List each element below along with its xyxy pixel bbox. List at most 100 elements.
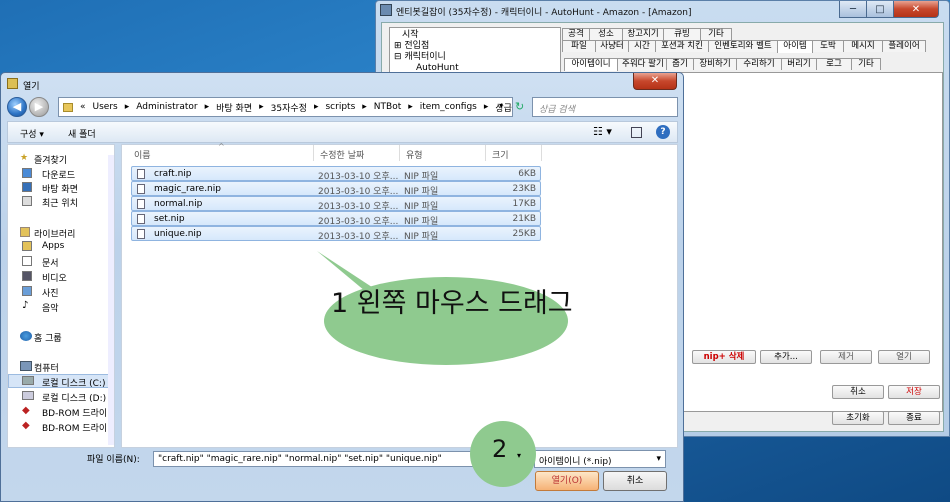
nav-apps[interactable]: Apps xyxy=(42,241,64,251)
tree-item[interactable]: ⊞ 전입점 xyxy=(394,41,556,52)
exit-button[interactable]: 종료 xyxy=(888,411,940,425)
nav-favorites[interactable]: 즐겨찾기 xyxy=(34,153,67,166)
nav-computer[interactable]: 컴퓨터 xyxy=(34,361,59,374)
nav-videos[interactable]: 비디오 xyxy=(42,271,67,284)
tab[interactable]: 플레이어 xyxy=(882,40,926,52)
file-row[interactable]: magic_rare.nip 2013-03-10 오후... NIP 파일 2… xyxy=(131,181,541,197)
tab[interactable]: 인벤토리와 벨트 xyxy=(708,40,778,52)
chevron-down-icon[interactable]: ▾ xyxy=(499,101,503,110)
window-title: 엔티봇길잡이 (35자수정) - 캐릭터이니 - AutoHunt - Amaz… xyxy=(396,8,692,18)
tab[interactable]: 사냥터 xyxy=(595,40,629,52)
tab-item-ini[interactable]: 아이템이니 xyxy=(564,58,618,71)
cancel-button[interactable]: 취소 xyxy=(832,385,884,399)
tab[interactable]: 성소 xyxy=(589,28,623,40)
nav-bd-rom-1[interactable]: BD-ROM 드라이 xyxy=(42,406,107,419)
file-row[interactable]: unique.nip 2013-03-10 오후... NIP 파일 25KB xyxy=(131,226,541,242)
nip-delete-button[interactable]: nip+ 삭제 xyxy=(692,350,756,364)
tab[interactable]: 주워다 팔기 xyxy=(617,58,667,70)
tab[interactable]: 큐빙 xyxy=(663,28,701,40)
open-file-dialog: 열기 ✕ ◀ ▶ « Users ▸ Administrator ▸ 바탕 화면… xyxy=(0,72,684,502)
view-options-icon[interactable]: ☷ ▾ xyxy=(593,125,612,138)
column-type[interactable]: 유형 xyxy=(400,145,486,161)
close-icon[interactable]: ✕ xyxy=(633,73,677,90)
nav-libraries[interactable]: 라이브러리 xyxy=(34,227,75,240)
back-arrow-icon[interactable]: ◀ xyxy=(7,97,27,117)
add-button[interactable]: 추가... xyxy=(760,350,812,364)
close-icon[interactable]: ✕ xyxy=(893,1,939,18)
help-icon[interactable]: ? xyxy=(656,125,670,139)
maximize-button[interactable]: □ xyxy=(866,1,894,18)
chevron-right-icon[interactable]: ▸ xyxy=(362,102,367,112)
tab[interactable]: 로그 xyxy=(816,58,852,70)
tab[interactable]: 기타 xyxy=(700,28,732,40)
breadcrumb[interactable]: 바탕 화면 xyxy=(216,101,252,114)
tab[interactable]: 포션과 치킨 xyxy=(655,40,709,52)
nav-documents[interactable]: 문서 xyxy=(42,256,59,269)
breadcrumb[interactable]: scripts xyxy=(325,102,355,112)
tab[interactable]: 장비하기 xyxy=(693,58,737,70)
chevron-right-icon[interactable]: ▸ xyxy=(408,102,413,112)
file-name: unique.nip xyxy=(154,229,202,239)
nav-local-disk-c[interactable]: 로컬 디스크 (C:) xyxy=(42,376,105,389)
file-row[interactable]: craft.nip 2013-03-10 오후... NIP 파일 6KB xyxy=(131,166,541,182)
tab-items[interactable]: 아이템 xyxy=(777,40,813,53)
column-size[interactable]: 크기 xyxy=(486,145,542,161)
tab[interactable]: 창고지기 xyxy=(622,28,664,40)
file-type-select[interactable]: 아이템이니 (*.nip) ▾ xyxy=(534,450,666,468)
preview-pane-icon[interactable] xyxy=(631,127,642,138)
tab[interactable]: 수리하기 xyxy=(736,58,782,70)
breadcrumb[interactable]: NTBot xyxy=(374,102,401,112)
breadcrumb[interactable]: 상급 xyxy=(495,101,512,114)
tree-item[interactable]: ⊟ 캐릭터이니 xyxy=(394,52,556,63)
tab[interactable]: 도박 xyxy=(812,40,844,52)
file-icon xyxy=(137,199,145,209)
breadcrumb[interactable]: item_configs xyxy=(420,102,477,112)
nav-local-disk-d[interactable]: 로컬 디스크 (D:) xyxy=(42,391,106,404)
tree-item[interactable]: 시작 xyxy=(394,30,556,41)
folder-icon xyxy=(22,241,32,251)
breadcrumb[interactable]: 35자수정 xyxy=(271,101,307,114)
refresh-icon[interactable]: ↻ xyxy=(515,100,524,113)
scrollbar[interactable] xyxy=(108,155,114,445)
organize-button[interactable]: 구성 ▾ xyxy=(20,127,44,140)
nav-music[interactable]: 음악 xyxy=(42,301,59,314)
address-bar[interactable]: « Users ▸ Administrator ▸ 바탕 화면 ▸ 35자수정 … xyxy=(58,97,513,117)
chevron-right-icon[interactable]: ▸ xyxy=(259,102,264,112)
new-folder-button[interactable]: 새 폴더 xyxy=(68,127,96,140)
breadcrumb[interactable]: « xyxy=(80,102,86,112)
chevron-down-icon: ▾ xyxy=(517,451,522,460)
tab[interactable]: 줍기 xyxy=(666,58,694,70)
reset-button[interactable]: 초기화 xyxy=(832,411,884,425)
nav-recent[interactable]: 최근 위치 xyxy=(42,196,78,209)
tab[interactable]: 버리기 xyxy=(781,58,817,70)
search-input[interactable]: 상급 검색 xyxy=(532,97,678,117)
breadcrumb[interactable]: Users xyxy=(93,102,118,112)
nav-bd-rom-2[interactable]: BD-ROM 드라이 xyxy=(42,421,107,434)
chevron-right-icon[interactable]: ▸ xyxy=(314,102,319,112)
tab[interactable]: 시간 xyxy=(628,40,656,52)
column-date[interactable]: 수정한 날짜 xyxy=(314,145,400,161)
cancel-button[interactable]: 취소 xyxy=(603,471,667,491)
nav-downloads[interactable]: 다운로드 xyxy=(42,168,75,181)
file-row[interactable]: set.nip 2013-03-10 오후... NIP 파일 21KB xyxy=(131,211,541,227)
open-button[interactable]: 열기 xyxy=(878,350,930,364)
nav-pictures[interactable]: 사진 xyxy=(42,286,59,299)
chevron-right-icon[interactable]: ▸ xyxy=(484,102,489,112)
file-name: magic_rare.nip xyxy=(154,184,221,194)
tab[interactable]: 파일 xyxy=(562,40,596,52)
remove-button[interactable]: 제거 xyxy=(820,350,872,364)
open-file-button[interactable]: 열기(O) xyxy=(535,471,599,491)
breadcrumb[interactable]: Administrator xyxy=(136,102,197,112)
chevron-right-icon[interactable]: ▸ xyxy=(205,102,210,112)
forward-arrow-icon[interactable]: ▶ xyxy=(29,97,49,117)
nav-desktop[interactable]: 바탕 화면 xyxy=(42,182,78,195)
tab[interactable]: 기타 xyxy=(851,58,881,70)
minimize-button[interactable]: ─ xyxy=(839,1,867,18)
save-button[interactable]: 저장 xyxy=(888,385,940,399)
filename-label: 파일 이름(N): xyxy=(87,455,140,465)
tab[interactable]: 공격 xyxy=(562,28,590,40)
chevron-right-icon[interactable]: ▸ xyxy=(125,102,130,112)
file-row[interactable]: normal.nip 2013-03-10 오후... NIP 파일 17KB xyxy=(131,196,541,212)
tab[interactable]: 메시지 xyxy=(843,40,883,52)
nav-homegroup[interactable]: 홈 그룹 xyxy=(34,331,62,344)
